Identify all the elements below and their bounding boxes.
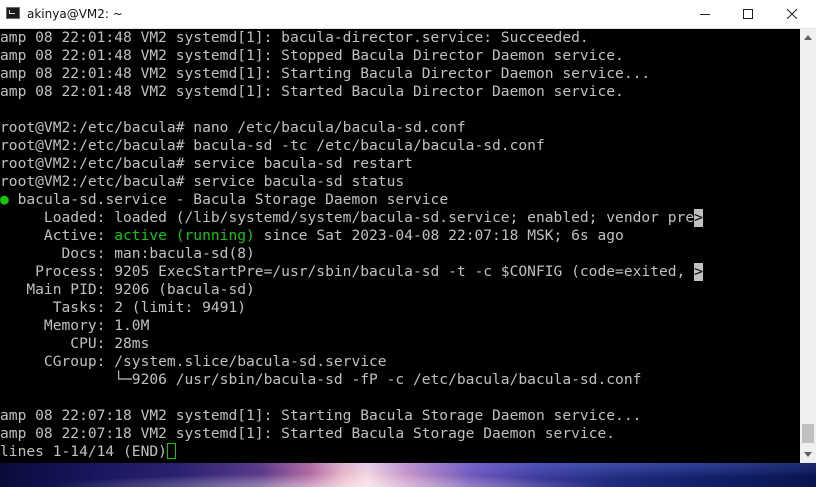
active-status: active (running) [114,227,255,244]
terminal-line: root@VM2:/etc/bacula# bacula-sd -tc /etc… [0,137,545,154]
desktop-wallpaper [0,463,816,487]
scroll-down-arrow-icon [804,452,812,457]
tasks-line: Tasks: 2 (limit: 9491) [0,299,247,316]
terminal-line: root@VM2:/etc/bacula# nano /etc/bacula/b… [0,119,466,136]
service-header-line: ● bacula-sd.service - Bacula Storage Dae… [0,191,448,209]
loaded-line: Loaded: loaded (/lib/systemd/system/bacu… [0,209,703,227]
terminal-output[interactable]: amp 08 22:01:48 VM2 systemd[1]: bacula-d… [0,29,800,463]
scroll-down-button[interactable] [800,446,816,463]
truncation-marker: > [694,209,703,227]
cgroup-child-line: └─9206 /usr/sbin/bacula-sd -fP -c /etc/b… [0,371,642,388]
minimize-button[interactable] [683,0,727,28]
terminal-line: root@VM2:/etc/bacula# service bacula-sd … [0,173,405,190]
terminal-line: root@VM2:/etc/bacula# service bacula-sd … [0,155,413,172]
title-bar[interactable]: akinya@VM2: ~ [0,0,816,29]
process-text: Process: 9205 ExecStartPre=/usr/sbin/bac… [0,263,695,280]
active-line: Active: active (running) since Sat 2023-… [0,227,624,245]
maximize-button[interactable] [726,0,770,28]
terminal-line: amp 08 22:01:48 VM2 systemd[1]: bacula-d… [0,29,589,46]
main-pid-line: Main PID: 9206 (bacula-sd) [0,281,255,298]
log-line: amp 08 22:07:18 VM2 systemd[1]: Starting… [0,407,642,424]
cursor [166,443,176,459]
close-button[interactable] [770,0,814,28]
process-line: Process: 9205 ExecStartPre=/usr/sbin/bac… [0,263,703,281]
log-line: amp 08 22:07:18 VM2 systemd[1]: Started … [0,425,616,442]
active-since: since Sat 2023-04-08 22:07:18 MSK; 6s ag… [254,227,624,244]
terminal-line: amp 08 22:01:48 VM2 systemd[1]: Starting… [0,65,651,82]
terminal-line: amp 08 22:01:48 VM2 systemd[1]: Started … [0,83,624,100]
service-name: bacula-sd.service - Bacula Storage Daemo… [8,191,449,208]
pager-status-line[interactable]: lines 1-14/14 (END) [0,443,176,461]
cpu-line: CPU: 28ms [0,335,150,352]
close-icon [787,9,797,19]
active-label: Active: [0,227,115,244]
truncation-marker: > [694,263,703,281]
window-title: akinya@VM2: ~ [27,7,123,21]
cgroup-line: CGroup: /system.slice/bacula-sd.service [0,353,387,370]
pager-status: lines 1-14/14 (END) [0,443,167,460]
loaded-text: Loaded: loaded (/lib/systemd/system/bacu… [0,209,695,226]
scroll-up-arrow-icon [804,35,812,40]
minimize-icon [700,14,710,15]
terminal-line: amp 08 22:01:48 VM2 systemd[1]: Stopped … [0,47,624,64]
scroll-up-button[interactable] [800,29,816,46]
memory-line: Memory: 1.0M [0,317,150,334]
scrollbar-thumb[interactable] [802,424,814,443]
service-status-dot-icon: ● [0,191,9,208]
vertical-scrollbar[interactable] [800,29,816,463]
docs-line: Docs: man:bacula-sd(8) [0,245,255,262]
terminal-app-icon[interactable] [6,7,20,19]
maximize-icon [743,9,753,19]
